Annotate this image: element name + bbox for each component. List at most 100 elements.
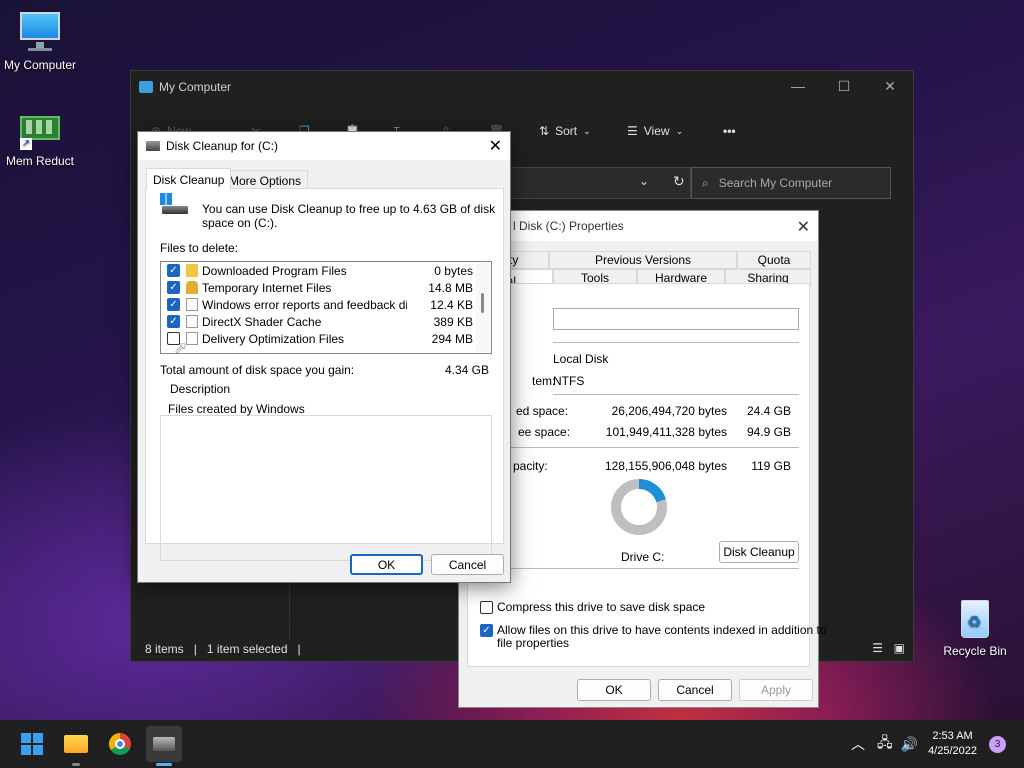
index-checkbox[interactable]: ✓ [480, 624, 493, 637]
tab-more-options[interactable]: More Options [222, 170, 309, 190]
status-separator: | [193, 642, 197, 656]
desktop-icon-label: Recycle Bin [943, 644, 1007, 658]
divider [508, 447, 799, 448]
file-checkbox[interactable]: ✓ [167, 315, 180, 328]
maximize-button[interactable]: ☐ [821, 71, 867, 101]
system-tray: ︿ 🖧 🔊 2:53 AM 4/25/2022 3 [851, 720, 1024, 768]
compress-label: Compress this drive to save disk space [497, 600, 706, 614]
content-divider [289, 581, 290, 639]
chevron-down-icon[interactable]: ⌄ [639, 174, 649, 188]
properties-window: l Disk (C:) Properties ✕ curity Previous… [458, 210, 827, 708]
compress-row[interactable]: Compress this drive to save disk space [480, 600, 705, 614]
divider [553, 342, 799, 343]
tiles-view-icon[interactable]: ▣ [894, 641, 905, 655]
intro-text: You can use Disk Cleanup to free up to 4… [202, 202, 496, 216]
disk-cleanup-icon [153, 737, 175, 751]
view-icon: ☰ [627, 124, 638, 138]
disk-cleanup-button[interactable]: Disk Cleanup [719, 541, 799, 563]
used-bytes: 26,206,494,720 bytes [611, 404, 727, 418]
desktop-icon-my-computer[interactable]: My Computer [0, 10, 80, 72]
drive-name-input[interactable] [553, 308, 799, 330]
tab-quota[interactable]: Quota [737, 251, 811, 269]
list-item[interactable]: Delivery Optimization Files 294 MB [161, 330, 477, 347]
chrome-taskbar-button[interactable] [102, 726, 138, 762]
list-item[interactable]: ✓ Downloaded Program Files 0 bytes [161, 262, 477, 279]
notification-badge[interactable]: 3 [989, 735, 1006, 753]
refresh-icon[interactable]: ↻ [673, 173, 685, 190]
cancel-button[interactable]: Cancel [658, 679, 732, 701]
drive-label: Drive C: [621, 550, 665, 564]
ok-button[interactable]: OK [350, 554, 423, 575]
details-view-icon[interactable]: ☰ [872, 641, 883, 655]
general-panel: Local Disk tem: NTFS ed space: 26,206,49… [467, 283, 827, 667]
sort-icon: ⇅ [539, 124, 550, 138]
minimize-button[interactable]: — [775, 71, 821, 101]
tab-disk-cleanup[interactable]: Disk Cleanup [146, 168, 232, 190]
cleanup-panel: You can use Disk Cleanup to free up to 4… [145, 188, 504, 561]
file-name: Downloaded Program Files [202, 263, 347, 278]
sort-button[interactable]: ⇅ Sort ⌄ [539, 124, 591, 138]
files-list: ✓ Downloaded Program Files 0 bytes ✓ Tem… [160, 261, 492, 354]
close-icon[interactable]: ✕ [489, 136, 502, 156]
desktop-icon-mem-reduct[interactable]: ↗ Mem Reduct [0, 112, 80, 168]
disk-cleanup-taskbar-button[interactable] [146, 726, 182, 766]
start-button[interactable] [14, 726, 50, 762]
volume-icon[interactable]: 🔊 [901, 736, 918, 753]
disk-cleanup-icon [146, 141, 160, 151]
file-icon [186, 315, 198, 328]
file-name: Temporary Internet Files [202, 280, 332, 295]
windows-logo-icon [21, 733, 43, 755]
compress-checkbox[interactable] [480, 600, 493, 614]
search-input[interactable]: ⌕ Search My Computer [691, 167, 891, 199]
chevron-up-icon[interactable]: ︿ [851, 734, 865, 754]
explorer-title: My Computer [159, 80, 232, 94]
file-checkbox[interactable]: ✓ [167, 264, 180, 277]
apply-button[interactable]: Apply [739, 679, 813, 701]
clock-date: 4/25/2022 [928, 745, 977, 757]
properties-titlebar[interactable]: l Disk (C:) Properties [459, 211, 818, 241]
description-text: Files created by Windows [168, 402, 305, 416]
taskbar: ︿ 🖧 🔊 2:53 AM 4/25/2022 3 [0, 720, 1024, 768]
item-count: 8 items [145, 642, 184, 656]
index-label: Allow files on this drive to have conten… [497, 623, 827, 637]
view-button[interactable]: ☰ View ⌄ [627, 124, 683, 138]
file-checkbox[interactable]: ✓ [167, 298, 180, 311]
file-name: Windows error reports and feedback di... [202, 297, 407, 312]
monitor-icon [18, 10, 62, 54]
free-label: ee space: [518, 425, 571, 439]
capacity-label: pacity: [513, 459, 548, 473]
list-item[interactable]: ✓ Windows error reports and feedback di.… [161, 296, 477, 313]
list-item[interactable]: ✓ DirectX Shader Cache 389 KB [161, 313, 477, 330]
list-item[interactable]: ✓ Temporary Internet Files 14.8 MB [161, 279, 477, 296]
total-value: 4.34 GB [444, 363, 489, 377]
properties-title: l Disk (C:) Properties [513, 219, 624, 233]
disk-cleanup-dialog: Disk Cleanup for (C:) ✕ Disk Cleanup Mor… [137, 131, 511, 583]
clock[interactable]: 2:53 AM 4/25/2022 [928, 729, 977, 759]
list-scrollbar[interactable] [476, 263, 490, 352]
address-bar[interactable] [501, 167, 691, 199]
tab-previous-versions[interactable]: Previous Versions [549, 251, 737, 269]
folder-icon [64, 735, 88, 753]
sort-label: Sort [555, 124, 578, 138]
scrollbar-thumb[interactable] [481, 293, 484, 313]
close-button[interactable]: ✕ [867, 71, 913, 101]
running-indicator [72, 763, 80, 766]
free-gb: 94.9 GB [746, 425, 791, 439]
network-icon[interactable]: 🖧 [877, 732, 893, 756]
file-explorer-taskbar-button[interactable] [58, 726, 94, 766]
usage-donut-chart [611, 479, 667, 535]
folder-icon [186, 264, 198, 277]
disk-cleanup-titlebar[interactable]: Disk Cleanup for (C:) [138, 132, 510, 160]
files-label: Files to delete: [160, 241, 239, 255]
desktop-icon-recycle-bin[interactable]: ♻ Recycle Bin [935, 596, 1015, 658]
ram-chip-icon: ↗ [20, 112, 60, 150]
chrome-icon [109, 733, 131, 755]
close-icon[interactable]: ✕ [797, 217, 810, 237]
divider [553, 394, 799, 395]
more-options-button[interactable]: ••• [723, 124, 736, 138]
ok-button[interactable]: OK [577, 679, 651, 701]
status-separator: | [297, 642, 301, 656]
fs-value: NTFS [553, 374, 585, 388]
cancel-button[interactable]: Cancel [431, 554, 504, 575]
file-checkbox[interactable]: ✓ [167, 281, 180, 294]
